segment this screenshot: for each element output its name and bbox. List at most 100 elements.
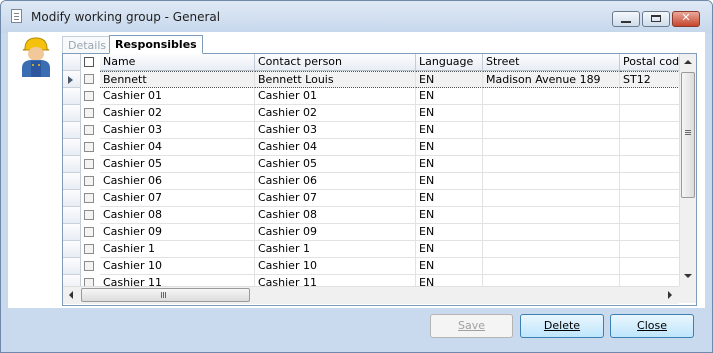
cell-name[interactable]: Cashier 04 <box>100 139 255 156</box>
cell-contact-person[interactable]: Cashier 03 <box>255 122 416 139</box>
row-checkbox[interactable] <box>84 108 94 118</box>
maximize-button[interactable] <box>642 11 670 27</box>
tab-details[interactable]: Details <box>62 36 113 53</box>
row-checkbox[interactable] <box>84 74 94 84</box>
cell-street[interactable] <box>483 105 620 122</box>
row-checkbox[interactable] <box>84 193 94 203</box>
cell-name[interactable]: Cashier 02 <box>100 105 255 122</box>
cell-name[interactable]: Cashier 08 <box>100 207 255 224</box>
tab-responsibles[interactable]: Responsibles <box>109 35 203 54</box>
row-checkbox[interactable] <box>84 159 94 169</box>
row-checkbox[interactable] <box>84 91 94 101</box>
select-all-checkbox[interactable] <box>84 57 94 67</box>
cell-street[interactable] <box>483 88 620 105</box>
cell-name[interactable]: Cashier 01 <box>100 88 255 105</box>
row-selector[interactable] <box>63 71 81 88</box>
cell-street[interactable] <box>483 258 620 275</box>
row-selector[interactable] <box>63 241 81 258</box>
table-row[interactable]: Cashier 03 Cashier 03 EN <box>63 122 696 139</box>
vertical-scroll-thumb[interactable] <box>681 72 695 198</box>
row-checkbox[interactable] <box>84 227 94 237</box>
cell-contact-person[interactable]: Cashier 06 <box>255 173 416 190</box>
row-checkbox[interactable] <box>84 125 94 135</box>
row-checkbox[interactable] <box>84 244 94 254</box>
table-row[interactable]: Bennett Bennett Louis EN Madison Avenue 189… <box>63 71 696 88</box>
row-checkbox[interactable] <box>84 176 94 186</box>
cell-street[interactable] <box>483 139 620 156</box>
table-row[interactable]: Cashier 04 Cashier 04 EN <box>63 139 696 156</box>
cell-contact-person[interactable]: Cashier 1 <box>255 241 416 258</box>
cell-name[interactable]: Cashier 06 <box>100 173 255 190</box>
cell-language[interactable]: EN <box>416 105 483 122</box>
row-selector[interactable] <box>63 173 81 190</box>
scroll-right-icon[interactable] <box>668 291 672 299</box>
row-selector[interactable] <box>63 105 81 122</box>
cell-name[interactable]: Cashier 10 <box>100 258 255 275</box>
vertical-scrollbar[interactable] <box>679 54 696 286</box>
cell-language[interactable]: EN <box>416 122 483 139</box>
cell-language[interactable]: EN <box>416 156 483 173</box>
minimize-button[interactable] <box>612 11 640 27</box>
table-row[interactable]: Cashier 1 Cashier 1 EN <box>63 241 696 258</box>
cell-street[interactable] <box>483 207 620 224</box>
table-row[interactable]: Cashier 10 Cashier 10 EN <box>63 258 696 275</box>
title-bar[interactable]: Modify working group - General ✕ <box>1 1 712 33</box>
column-header-name[interactable]: Name <box>100 54 255 71</box>
cell-contact-person[interactable]: Cashier 10 <box>255 258 416 275</box>
cell-contact-person[interactable]: Cashier 01 <box>255 88 416 105</box>
column-header-street[interactable]: Street <box>483 54 620 71</box>
cell-language[interactable]: EN <box>416 224 483 241</box>
cell-street[interactable] <box>483 122 620 139</box>
cell-contact-person[interactable]: Cashier 04 <box>255 139 416 156</box>
cell-street[interactable] <box>483 224 620 241</box>
cell-street[interactable] <box>483 241 620 258</box>
cell-street[interactable]: Madison Avenue 189 <box>483 71 620 88</box>
table-row[interactable]: Cashier 06 Cashier 06 EN <box>63 173 696 190</box>
cell-language[interactable]: EN <box>416 207 483 224</box>
row-checkbox[interactable] <box>84 210 94 220</box>
cell-language[interactable]: EN <box>416 258 483 275</box>
table-row[interactable]: Cashier 07 Cashier 07 EN <box>63 190 696 207</box>
cell-contact-person[interactable]: Cashier 05 <box>255 156 416 173</box>
row-selector[interactable] <box>63 258 81 275</box>
cell-language[interactable]: EN <box>416 139 483 156</box>
row-selector[interactable] <box>63 122 81 139</box>
cell-street[interactable] <box>483 190 620 207</box>
table-row[interactable]: Cashier 01 Cashier 01 EN <box>63 88 696 105</box>
cell-contact-person[interactable]: Cashier 02 <box>255 105 416 122</box>
cell-language[interactable]: EN <box>416 173 483 190</box>
table-row[interactable]: Cashier 09 Cashier 09 EN <box>63 224 696 241</box>
cell-name[interactable]: Cashier 1 <box>100 241 255 258</box>
close-window-button[interactable]: ✕ <box>672 11 700 27</box>
row-selector[interactable] <box>63 224 81 241</box>
scroll-down-icon[interactable] <box>684 274 692 278</box>
row-selector[interactable] <box>63 207 81 224</box>
row-selector[interactable] <box>63 139 81 156</box>
cell-name[interactable]: Cashier 05 <box>100 156 255 173</box>
cell-name[interactable]: Cashier 09 <box>100 224 255 241</box>
cell-name[interactable]: Bennett <box>100 71 255 88</box>
cell-language[interactable]: EN <box>416 190 483 207</box>
column-header-contact-person[interactable]: Contact person <box>255 54 416 71</box>
cell-language[interactable]: EN <box>416 71 483 88</box>
delete-button[interactable]: Delete <box>520 314 604 338</box>
cell-street[interactable] <box>483 156 620 173</box>
cell-contact-person[interactable]: Bennett Louis <box>255 71 416 88</box>
cell-name[interactable]: Cashier 03 <box>100 122 255 139</box>
table-row[interactable]: Cashier 05 Cashier 05 EN <box>63 156 696 173</box>
cell-contact-person[interactable]: Cashier 09 <box>255 224 416 241</box>
row-selector[interactable] <box>63 156 81 173</box>
cell-contact-person[interactable]: Cashier 07 <box>255 190 416 207</box>
scroll-up-icon[interactable] <box>684 60 692 64</box>
row-checkbox[interactable] <box>84 261 94 271</box>
scroll-left-icon[interactable] <box>69 291 73 299</box>
cell-street[interactable] <box>483 173 620 190</box>
cell-contact-person[interactable]: Cashier 08 <box>255 207 416 224</box>
row-selector[interactable] <box>63 190 81 207</box>
cell-language[interactable]: EN <box>416 88 483 105</box>
row-selector[interactable] <box>63 88 81 105</box>
cell-language[interactable]: EN <box>416 241 483 258</box>
responsibles-grid[interactable]: Name Contact person Language Street Post… <box>62 53 697 306</box>
horizontal-scrollbar[interactable] <box>63 286 679 304</box>
column-header-language[interactable]: Language <box>416 54 483 71</box>
